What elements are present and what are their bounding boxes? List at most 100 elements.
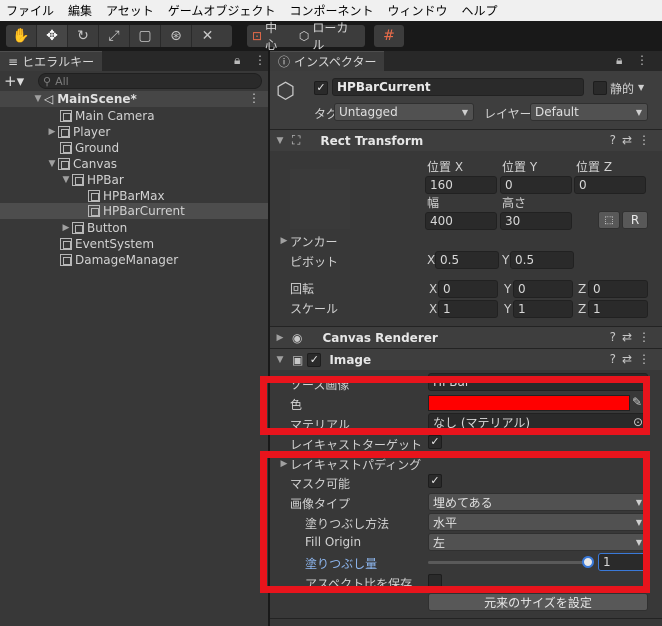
expand-arrow-icon[interactable]: ▶ (60, 223, 72, 233)
scale-y-field[interactable]: 1 (513, 300, 573, 318)
menu-gameobject[interactable]: ゲームオブジェクト (162, 2, 284, 19)
component-actions: ?⇄⋮ (610, 133, 656, 147)
add-icon[interactable]: +▾ (4, 72, 24, 90)
posy-field[interactable]: 0 (500, 176, 572, 194)
set-native-size-button[interactable]: 元来のサイズを設定 (428, 593, 648, 611)
list-item[interactable]: DamageManager (60, 252, 178, 268)
rot-y-label: Y (504, 282, 512, 296)
list-item[interactable]: ▶ Player (46, 124, 111, 140)
list-item[interactable]: Ground (60, 140, 119, 156)
height-field[interactable]: 30 (500, 212, 572, 230)
rot-z-field[interactable]: 0 (588, 280, 648, 298)
collapse-arrow-icon[interactable]: ▼ (274, 355, 286, 365)
help-icon[interactable]: ? (610, 133, 622, 147)
help-icon[interactable]: ? (610, 330, 622, 344)
raw-edit-button[interactable]: R (622, 211, 648, 229)
grid-icon[interactable]: # (374, 25, 404, 47)
preset-icon[interactable]: ⇄ (622, 352, 638, 366)
list-item[interactable]: Main Camera (60, 108, 155, 124)
list-item[interactable]: EventSystem (60, 236, 154, 252)
pivot-x-field[interactable]: 0.5 (435, 251, 499, 269)
hierarchy-panel: ≡ ヒエラルキー 🔒︎ ⋮ +▾ ⚲ All ▼ ◁ MainScene* ⋮ Main… (0, 51, 268, 626)
static-label: 静的 (610, 82, 635, 96)
tab-inspector[interactable]: ⓘ インスペクター (270, 51, 385, 71)
anchor-preset-icon[interactable] (290, 169, 350, 229)
posz-field[interactable]: 0 (574, 176, 646, 194)
expand-arrow-icon[interactable]: ▶ (274, 333, 286, 343)
image-header[interactable]: ▼ ▣ ✓ Image ?⇄⋮ (270, 348, 662, 370)
scene-menu-icon[interactable]: ⋮ (248, 91, 260, 105)
custom-tool-icon[interactable]: ✕ (192, 25, 223, 47)
image-enabled-checkbox[interactable]: ✓ (307, 352, 322, 367)
selected-row[interactable]: HPBarCurrent (0, 203, 268, 219)
hand-tool-icon[interactable]: ✋ (6, 25, 37, 47)
pivot-toggle[interactable]: ⊡ 中心 (247, 21, 294, 52)
rot-y-field[interactable]: 0 (513, 280, 573, 298)
kebab-menu-icon[interactable]: ⋮ (636, 53, 648, 67)
layer-dropdown[interactable]: Default ▼ (530, 103, 648, 121)
expand-arrow-icon[interactable]: ▶ (46, 127, 58, 137)
pivot-y-field[interactable]: 0.5 (510, 251, 574, 269)
menu-file[interactable]: ファイル (0, 2, 62, 19)
component-menu-icon[interactable]: ⋮ (638, 330, 656, 344)
item-label: Main Camera (75, 109, 155, 123)
rot-x-value: 0 (443, 282, 451, 296)
list-item[interactable]: ▶ Button (60, 220, 128, 236)
active-checkbox[interactable]: ✓ (314, 81, 328, 95)
component-title: Canvas Renderer (322, 330, 438, 345)
raycast-target-checkbox[interactable]: ✓ (428, 435, 442, 449)
lock-icon[interactable]: 🔒︎ (234, 53, 240, 68)
menu-component[interactable]: コンポーネント (283, 2, 381, 19)
item-label: Canvas (73, 157, 118, 171)
collapse-arrow-icon[interactable]: ▼ (60, 175, 72, 185)
gameobject-icon (88, 205, 100, 217)
item-label: DamageManager (75, 253, 179, 267)
scale-z-field[interactable]: 1 (588, 300, 648, 318)
help-icon[interactable]: ? (610, 352, 622, 366)
collapse-arrow-icon[interactable]: ▼ (274, 136, 286, 146)
canvas-renderer-header[interactable]: ▶ ◉ Canvas Renderer ?⇄⋮ (270, 326, 662, 348)
search-input[interactable]: ⚲ All (38, 73, 262, 89)
preset-icon[interactable]: ⇄ (622, 133, 638, 147)
rect-tool-icon[interactable]: ▢ (130, 25, 161, 47)
width-value: 400 (430, 214, 453, 228)
blueprint-mode-button[interactable]: ⬚ (598, 211, 620, 229)
rot-z-value: 0 (593, 282, 601, 296)
tab-hierarchy[interactable]: ≡ ヒエラルキー (0, 51, 103, 71)
static-checkbox[interactable] (593, 81, 607, 95)
collapse-arrow-icon[interactable]: ▼ (32, 94, 44, 104)
anchor-foldout[interactable]: ▶ アンカー (278, 233, 338, 249)
static-dropdown-arrow[interactable]: ▼ (638, 83, 644, 92)
menu-window[interactable]: ウィンドウ (381, 2, 455, 19)
collapse-arrow-icon[interactable]: ▼ (46, 159, 58, 169)
move-tool-icon[interactable]: ✥ (37, 25, 68, 47)
rot-x-field[interactable]: 0 (438, 280, 498, 298)
item-label: HPBar (87, 173, 124, 187)
chevron-down-icon: ▼ (635, 108, 642, 117)
lock-icon[interactable]: 🔒︎ (616, 53, 622, 68)
component-menu-icon[interactable]: ⋮ (638, 133, 656, 147)
preset-icon[interactable]: ⇄ (622, 330, 638, 344)
posx-field[interactable]: 160 (425, 176, 497, 194)
component-menu-icon[interactable]: ⋮ (638, 352, 656, 366)
space-toggle[interactable]: ⬡ ローカル (294, 21, 365, 52)
list-item[interactable]: ▼ Canvas (46, 156, 118, 172)
menu-edit[interactable]: 編集 (62, 2, 100, 19)
scale-x-field[interactable]: 1 (438, 300, 498, 318)
list-item[interactable]: HPBarMax (88, 188, 165, 204)
scene-row[interactable]: ▼ ◁ MainScene* ⋮ (0, 91, 268, 107)
menu-help[interactable]: ヘルプ (455, 2, 505, 19)
rotate-tool-icon[interactable]: ↻ (68, 25, 99, 47)
list-item[interactable]: ▼ HPBar (60, 172, 124, 188)
scale-x-label: X (429, 302, 438, 316)
tag-dropdown[interactable]: Untagged ▼ (334, 103, 474, 121)
kebab-menu-icon[interactable]: ⋮ (254, 53, 266, 67)
rect-transform-header[interactable]: ▼ ⛶ Rect Transform ?⇄⋮ (270, 129, 662, 151)
width-field[interactable]: 400 (425, 212, 497, 230)
transform-tool-icon[interactable]: ⊛ (161, 25, 192, 47)
gameobject-icon (58, 158, 70, 170)
tab-hierarchy-label: ヒエラルキー (22, 55, 95, 69)
object-name-field[interactable]: HPBarCurrent (332, 78, 584, 96)
scale-tool-icon[interactable]: ⤢ (99, 25, 130, 47)
menu-assets[interactable]: アセット (100, 2, 162, 19)
